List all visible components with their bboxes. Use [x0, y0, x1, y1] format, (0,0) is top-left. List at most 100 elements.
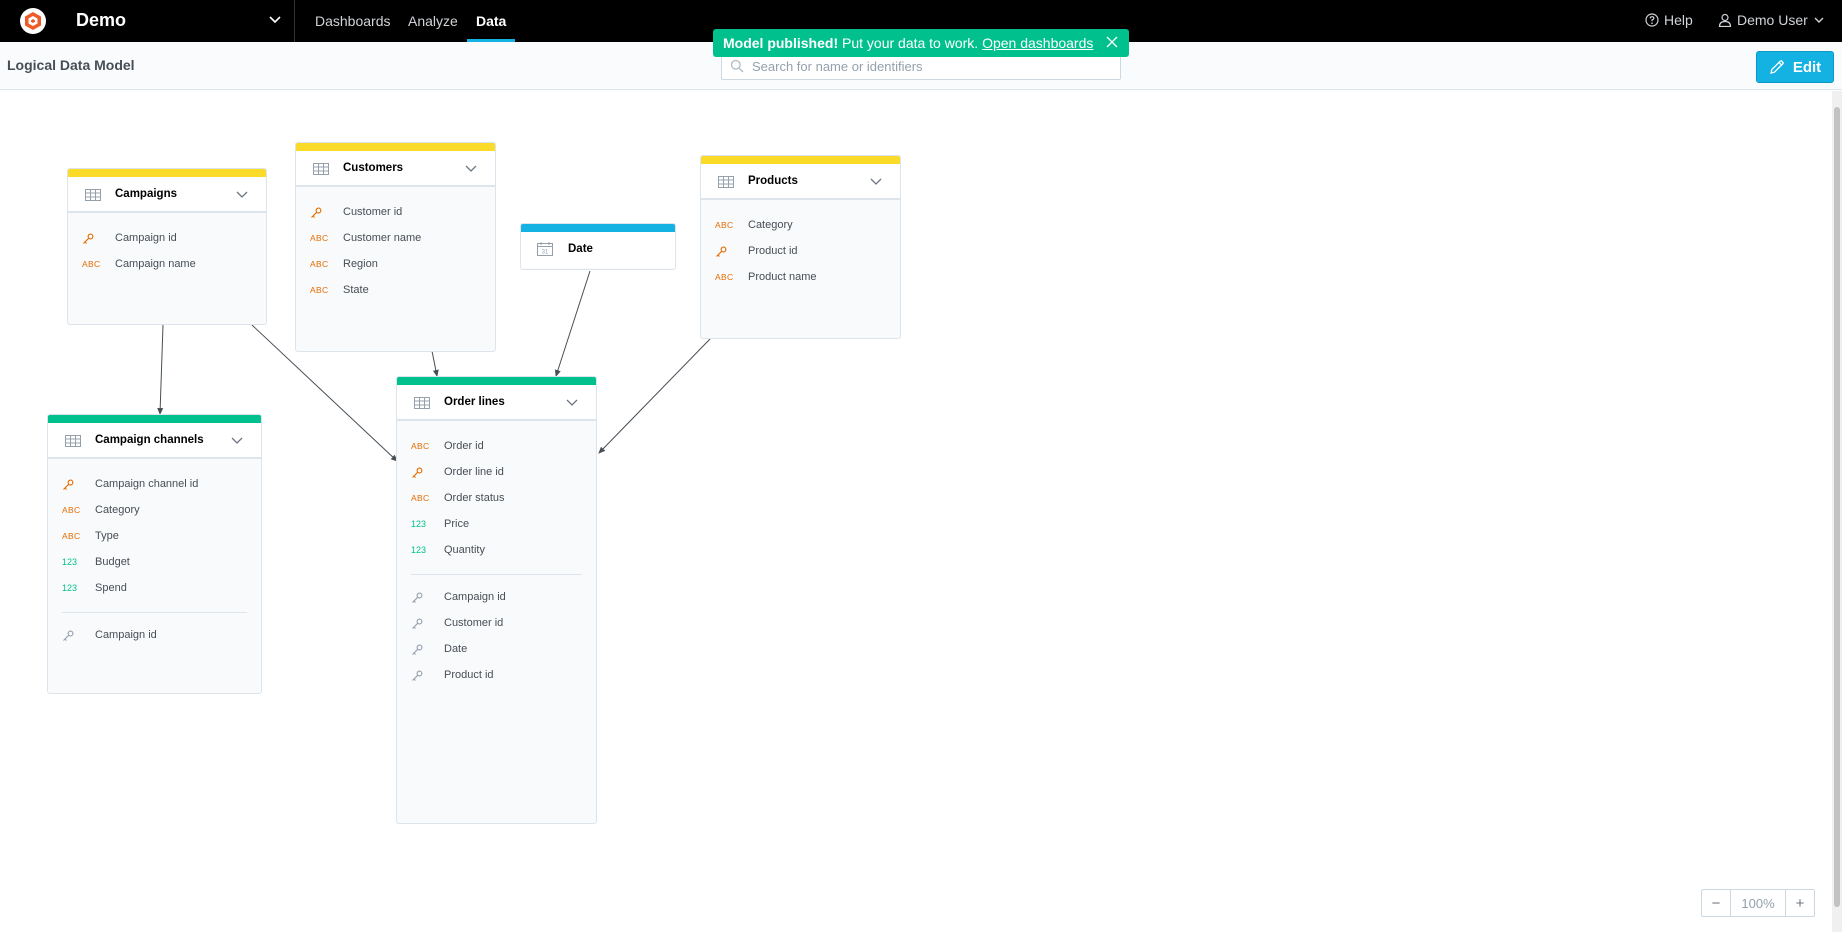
- field-row[interactable]: ABC Region: [296, 252, 495, 278]
- field-row[interactable]: Campaign channel id: [48, 472, 261, 498]
- field-row[interactable]: ABC Order status: [397, 486, 596, 512]
- attribute-type-badge: ABC: [310, 285, 329, 295]
- fact-type-badge: 123: [62, 583, 78, 593]
- reference-row[interactable]: Campaign id: [48, 623, 261, 649]
- key-icon: [82, 233, 94, 245]
- nav-divider: [294, 0, 295, 42]
- field-label: Spend: [95, 582, 127, 594]
- reference-row[interactable]: Campaign id: [397, 585, 596, 611]
- fact-type-badge: 123: [62, 557, 78, 567]
- dataset-header[interactable]: Customers: [296, 151, 495, 187]
- field-label: Customer id: [444, 617, 504, 629]
- reference-divider: [411, 574, 582, 575]
- field-row[interactable]: ABC Type: [48, 524, 261, 550]
- field-row[interactable]: Customer id: [296, 200, 495, 226]
- field-row[interactable]: ABC Customer name: [296, 226, 495, 252]
- chevron-down-icon[interactable]: [870, 178, 882, 186]
- field-row[interactable]: ABC Category: [48, 498, 261, 524]
- dataset-campaigns[interactable]: Campaigns Campaign id ABC Campaign name: [67, 168, 267, 325]
- chevron-down-icon[interactable]: [231, 437, 243, 445]
- attribute-type-badge: ABC: [715, 220, 734, 230]
- chevron-down-icon[interactable]: [236, 191, 248, 199]
- nav-tab-data[interactable]: Data: [476, 13, 506, 29]
- reference-row[interactable]: Date: [397, 637, 596, 663]
- field-row[interactable]: ABC Order id: [397, 434, 596, 460]
- open-dashboards-link[interactable]: Open dashboards: [982, 35, 1093, 51]
- search-input[interactable]: [752, 57, 1112, 76]
- table-icon: [718, 176, 734, 188]
- field-row[interactable]: ABC Campaign name: [68, 252, 266, 278]
- field-row[interactable]: 123 Spend: [48, 576, 261, 602]
- field-label: Product name: [748, 271, 817, 283]
- fact-type-badge: 123: [411, 545, 427, 555]
- help-menu[interactable]: Help: [1645, 12, 1693, 28]
- dataset-title: Date: [568, 243, 593, 255]
- user-icon: [1718, 13, 1732, 27]
- user-menu[interactable]: Demo User: [1718, 12, 1825, 28]
- field-label: Campaign channel id: [95, 478, 199, 490]
- calendar-icon: 31: [537, 242, 553, 256]
- field-label: Customer name: [343, 232, 422, 244]
- dataset-header[interactable]: Campaign channels: [48, 423, 261, 459]
- field-row[interactable]: ABC State: [296, 278, 495, 304]
- field-row[interactable]: 123 Budget: [48, 550, 261, 576]
- reference-row[interactable]: Product id: [397, 663, 596, 689]
- dataset-title: Order lines: [444, 396, 505, 408]
- field-row[interactable]: ABC Category: [701, 213, 900, 239]
- reference-key-icon: [411, 618, 423, 630]
- dataset-order-lines[interactable]: Order lines ABC Order id Order line id AB…: [396, 376, 597, 824]
- field-label: Price: [444, 518, 470, 530]
- attribute-type-badge: ABC: [411, 441, 430, 451]
- field-row[interactable]: Campaign id: [68, 226, 266, 252]
- dataset-products[interactable]: Products ABC Category Product id ABC Produ…: [700, 155, 901, 339]
- dataset-header[interactable]: Products: [701, 164, 900, 200]
- chevron-down-icon[interactable]: [465, 165, 477, 173]
- reference-key-icon: [62, 630, 74, 642]
- dataset-campaign-channels[interactable]: Campaign channels Campaign channel id AB…: [47, 414, 262, 694]
- zoom-out-button[interactable]: −: [1702, 890, 1730, 916]
- field-label: Campaign name: [115, 258, 196, 270]
- reference-key-icon: [411, 644, 423, 656]
- scrollbar-thumb[interactable]: [1834, 107, 1840, 907]
- dataset-type-bar: [397, 377, 596, 385]
- dataset-customers[interactable]: Customers Customer id ABC Customer name A…: [295, 142, 496, 352]
- close-icon[interactable]: [1106, 36, 1118, 48]
- dataset-title: Campaigns: [115, 188, 177, 200]
- dataset-date[interactable]: 31 Date: [520, 223, 676, 270]
- field-row[interactable]: 123 Quantity: [397, 538, 596, 564]
- edge-campaigns-to-campaign-channels: [157, 324, 164, 415]
- field-row[interactable]: Product id: [701, 239, 900, 265]
- key-icon: [411, 467, 423, 479]
- edit-button[interactable]: Edit: [1756, 51, 1834, 83]
- dataset-title: Campaign channels: [95, 434, 204, 446]
- app-logo[interactable]: [20, 8, 46, 34]
- key-icon: [310, 207, 322, 219]
- field-row[interactable]: Order line id: [397, 460, 596, 486]
- dataset-title: Customers: [343, 162, 404, 174]
- dataset-header[interactable]: Campaigns: [68, 177, 266, 213]
- edge-date-to-order-lines: [554, 270, 591, 377]
- field-label: Quantity: [444, 544, 485, 556]
- table-icon: [65, 435, 81, 447]
- field-label: Order status: [444, 492, 505, 504]
- nav-tab-dashboards[interactable]: Dashboards: [315, 13, 391, 29]
- key-icon: [62, 479, 74, 491]
- zoom-in-button[interactable]: +: [1786, 890, 1814, 916]
- chevron-down-icon[interactable]: [566, 399, 578, 407]
- model-canvas[interactable]: Campaigns Campaign id ABC Campaign name C…: [0, 91, 1832, 932]
- attribute-type-badge: ABC: [82, 259, 101, 269]
- field-row[interactable]: 123 Price: [397, 512, 596, 538]
- dataset-type-bar: [701, 156, 900, 164]
- workspace-chevron-down-icon[interactable]: [268, 12, 282, 31]
- dataset-header[interactable]: Order lines: [397, 385, 596, 421]
- field-row[interactable]: ABC Product name: [701, 265, 900, 291]
- dataset-header[interactable]: 31 Date: [521, 232, 675, 268]
- canvas-scrollbar[interactable]: [1832, 91, 1842, 932]
- toast-message: Put your data to work.: [838, 35, 983, 51]
- reference-row[interactable]: Customer id: [397, 611, 596, 637]
- nav-tab-analyze[interactable]: Analyze: [408, 13, 458, 29]
- table-icon: [85, 189, 101, 201]
- field-label: Customer id: [343, 206, 403, 218]
- attribute-type-badge: ABC: [411, 493, 430, 503]
- workspace-name[interactable]: Demo: [76, 10, 126, 31]
